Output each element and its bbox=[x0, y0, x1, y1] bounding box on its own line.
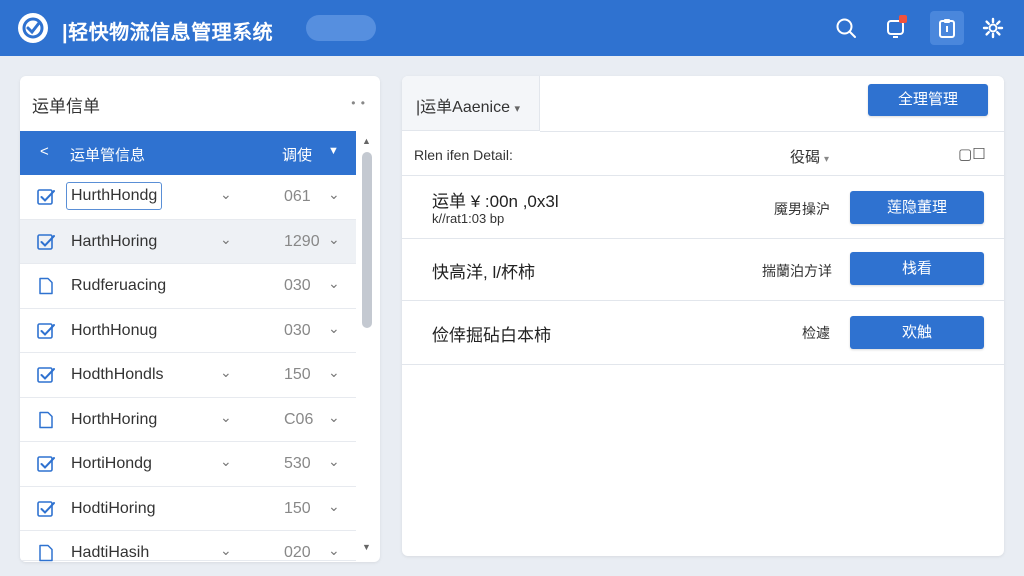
sort-dropdown[interactable]: 役碣 ▾ bbox=[790, 146, 829, 167]
chevron-down-icon[interactable]: ⌄ bbox=[220, 453, 232, 470]
list-item[interactable]: HorthHonug 030 ⌄ bbox=[20, 308, 356, 353]
checkbox-checked-icon[interactable] bbox=[37, 233, 55, 251]
checkbox-checked-icon[interactable] bbox=[37, 366, 55, 384]
chevron-down-icon[interactable]: ⌄ bbox=[328, 364, 340, 381]
detail-row-title: 快高洋, l/杯柿 bbox=[432, 263, 535, 282]
list-item-count: 030 bbox=[284, 321, 311, 339]
list-item-name: HodtiHoring bbox=[71, 499, 156, 517]
clipboard-icon bbox=[939, 19, 955, 38]
chevron-down-icon: ▾ bbox=[514, 103, 520, 115]
list-item-name[interactable]: HurthHondg bbox=[66, 182, 163, 210]
app-title: |轻快物流信息管理系统 bbox=[62, 22, 274, 44]
chevron-down-icon[interactable]: ⌄ bbox=[328, 231, 340, 248]
app-header: |轻快物流信息管理系统 bbox=[0, 0, 1024, 56]
list-item[interactable]: HodtiHoring 150 ⌄ bbox=[20, 486, 356, 531]
search-button[interactable] bbox=[829, 11, 863, 45]
list-item[interactable]: HortiHondg ⌄ 530 ⌄ bbox=[20, 442, 356, 487]
list-item-name: HorthHonug bbox=[71, 321, 158, 339]
checkbox-checked-icon[interactable] bbox=[37, 188, 55, 206]
list-item-count: 1290 bbox=[284, 232, 320, 250]
list-item-count: 020 bbox=[284, 544, 311, 561]
back-icon[interactable]: < bbox=[40, 143, 49, 160]
chevron-down-icon: ▾ bbox=[824, 154, 830, 165]
detail-label: Rlen ifen Detail: bbox=[414, 147, 513, 163]
list-item[interactable]: HadtiHasih ⌄ 020 ⌄ bbox=[20, 531, 356, 562]
detail-row-button[interactable]: 莲隐董理 bbox=[850, 191, 984, 224]
list-item-name: HorthHoring bbox=[71, 410, 158, 428]
list-item-count: 150 bbox=[284, 499, 311, 517]
notification-button[interactable] bbox=[879, 11, 913, 45]
document-icon[interactable] bbox=[37, 411, 55, 429]
detail-row-action: 魇男操沪 bbox=[774, 201, 830, 217]
detail-row-action: 揣蘭泊方详 bbox=[762, 263, 832, 279]
list-item-name: HadtiHasih bbox=[71, 544, 150, 561]
column-header[interactable]: 调使 bbox=[282, 144, 312, 165]
checkbox-checked-icon[interactable] bbox=[37, 455, 55, 473]
chevron-down-icon[interactable]: ⌄ bbox=[328, 542, 340, 559]
list-item-count: 061 bbox=[284, 188, 311, 205]
list-item[interactable]: HarthHoring ⌄ 1290 ⌄ bbox=[20, 219, 356, 264]
detail-row: 快高洋, l/杯柿 揣蘭泊方详 栈看 bbox=[402, 239, 1004, 301]
title-decoration bbox=[306, 15, 376, 41]
waybill-list: HurthHondg ⌄ 061 ⌄ HarthHoring ⌄ 1290 ⌄ Rudferua… bbox=[20, 175, 356, 562]
caret-down-icon[interactable]: ▼ bbox=[328, 145, 339, 157]
list-item[interactable]: Rudferuacing 030 ⌄ bbox=[20, 264, 356, 309]
list-item-count: 150 bbox=[284, 366, 311, 383]
checkbox-checked-icon[interactable] bbox=[37, 500, 55, 518]
chevron-down-icon[interactable]: ⌄ bbox=[328, 320, 340, 337]
list-item[interactable]: HorthHoring ⌄ C06 ⌄ bbox=[20, 397, 356, 442]
checkbox-checked-icon[interactable] bbox=[37, 322, 55, 340]
panel-title: 运单信单 bbox=[32, 97, 100, 116]
list-header-label: 运单管信息 bbox=[70, 147, 146, 164]
manage-all-button[interactable]: 全理管理 bbox=[868, 84, 988, 116]
search-icon bbox=[836, 18, 856, 38]
chevron-down-icon[interactable]: ⌄ bbox=[220, 409, 232, 426]
detail-row-subtitle: k//rat1:03 bp bbox=[432, 211, 505, 226]
scrollbar-thumb[interactable] bbox=[362, 152, 372, 328]
detail-row: 俭倖掘砧白本柿 检遽 欢触 bbox=[402, 301, 1004, 365]
list-item-name: Rudferuacing bbox=[71, 277, 167, 294]
list-item-name: HarthHoring bbox=[71, 232, 158, 250]
list-item[interactable]: HodthHondls ⌄ 150 ⌄ bbox=[20, 353, 356, 398]
more-options-icon[interactable]: • • bbox=[351, 96, 366, 110]
chevron-down-icon[interactable]: ⌄ bbox=[220, 364, 232, 381]
tab-waybill[interactable]: |运单Aaenice ▾ bbox=[402, 76, 540, 131]
settings-icon bbox=[982, 17, 1004, 39]
chevron-down-icon[interactable]: ⌄ bbox=[328, 498, 340, 515]
detail-row-button[interactable]: 欢触 bbox=[850, 316, 984, 349]
tab-label: |运单Aaenice ▾ bbox=[416, 99, 520, 116]
list-header: < 运单管信息 调使 ▼ bbox=[20, 131, 356, 175]
detail-row-action: 检遽 bbox=[802, 325, 830, 341]
document-icon[interactable] bbox=[37, 544, 55, 562]
view-toggle-icon[interactable]: ▢☐ bbox=[958, 145, 986, 163]
list-item-count: C06 bbox=[284, 410, 314, 428]
document-icon[interactable] bbox=[37, 277, 55, 295]
list-item-count: 530 bbox=[284, 455, 311, 472]
detail-row: 运单 ¥ :00n ,0x3l k//rat1:03 bp 魇男操沪 莲隐董理 bbox=[402, 177, 1004, 239]
chevron-down-icon[interactable]: ⌄ bbox=[328, 275, 340, 292]
detail-panel: |运单Aaenice ▾ 全理管理 Rlen ifen Detail: 役碣 ▾ … bbox=[402, 76, 1004, 556]
clipboard-button[interactable] bbox=[930, 11, 964, 45]
detail-header: Rlen ifen Detail: 役碣 ▾ ▢☐ bbox=[402, 132, 1004, 176]
chevron-down-icon[interactable]: ⌄ bbox=[328, 453, 340, 470]
settings-button[interactable] bbox=[976, 11, 1010, 45]
notification-badge bbox=[899, 15, 907, 23]
list-item-name: HortiHondg bbox=[71, 455, 152, 472]
detail-row-title: 运单 ¥ :00n ,0x3l bbox=[432, 192, 559, 211]
chevron-down-icon[interactable]: ⌄ bbox=[328, 409, 340, 426]
chevron-down-icon[interactable]: ⌄ bbox=[220, 231, 232, 248]
list-item-name: HodthHondls bbox=[71, 366, 164, 383]
detail-row-title: 俭倖掘砧白本柿 bbox=[432, 326, 551, 345]
chevron-down-icon[interactable]: ⌄ bbox=[220, 542, 232, 559]
list-item-count: 030 bbox=[284, 277, 311, 294]
chevron-down-icon[interactable]: ⌄ bbox=[328, 186, 340, 203]
chevron-down-icon[interactable]: ⌄ bbox=[220, 186, 232, 203]
scroll-down-icon[interactable]: ▼ bbox=[362, 542, 371, 552]
logo-icon bbox=[18, 13, 48, 43]
scroll-up-icon[interactable]: ▲ bbox=[362, 136, 371, 146]
waybill-list-panel: 运单信单 • • < 运单管信息 调使 ▼ HurthHondg ⌄ 061 ⌄ Har… bbox=[20, 76, 380, 562]
detail-row-button[interactable]: 栈看 bbox=[850, 252, 984, 285]
list-item[interactable]: HurthHondg ⌄ 061 ⌄ bbox=[20, 175, 356, 220]
